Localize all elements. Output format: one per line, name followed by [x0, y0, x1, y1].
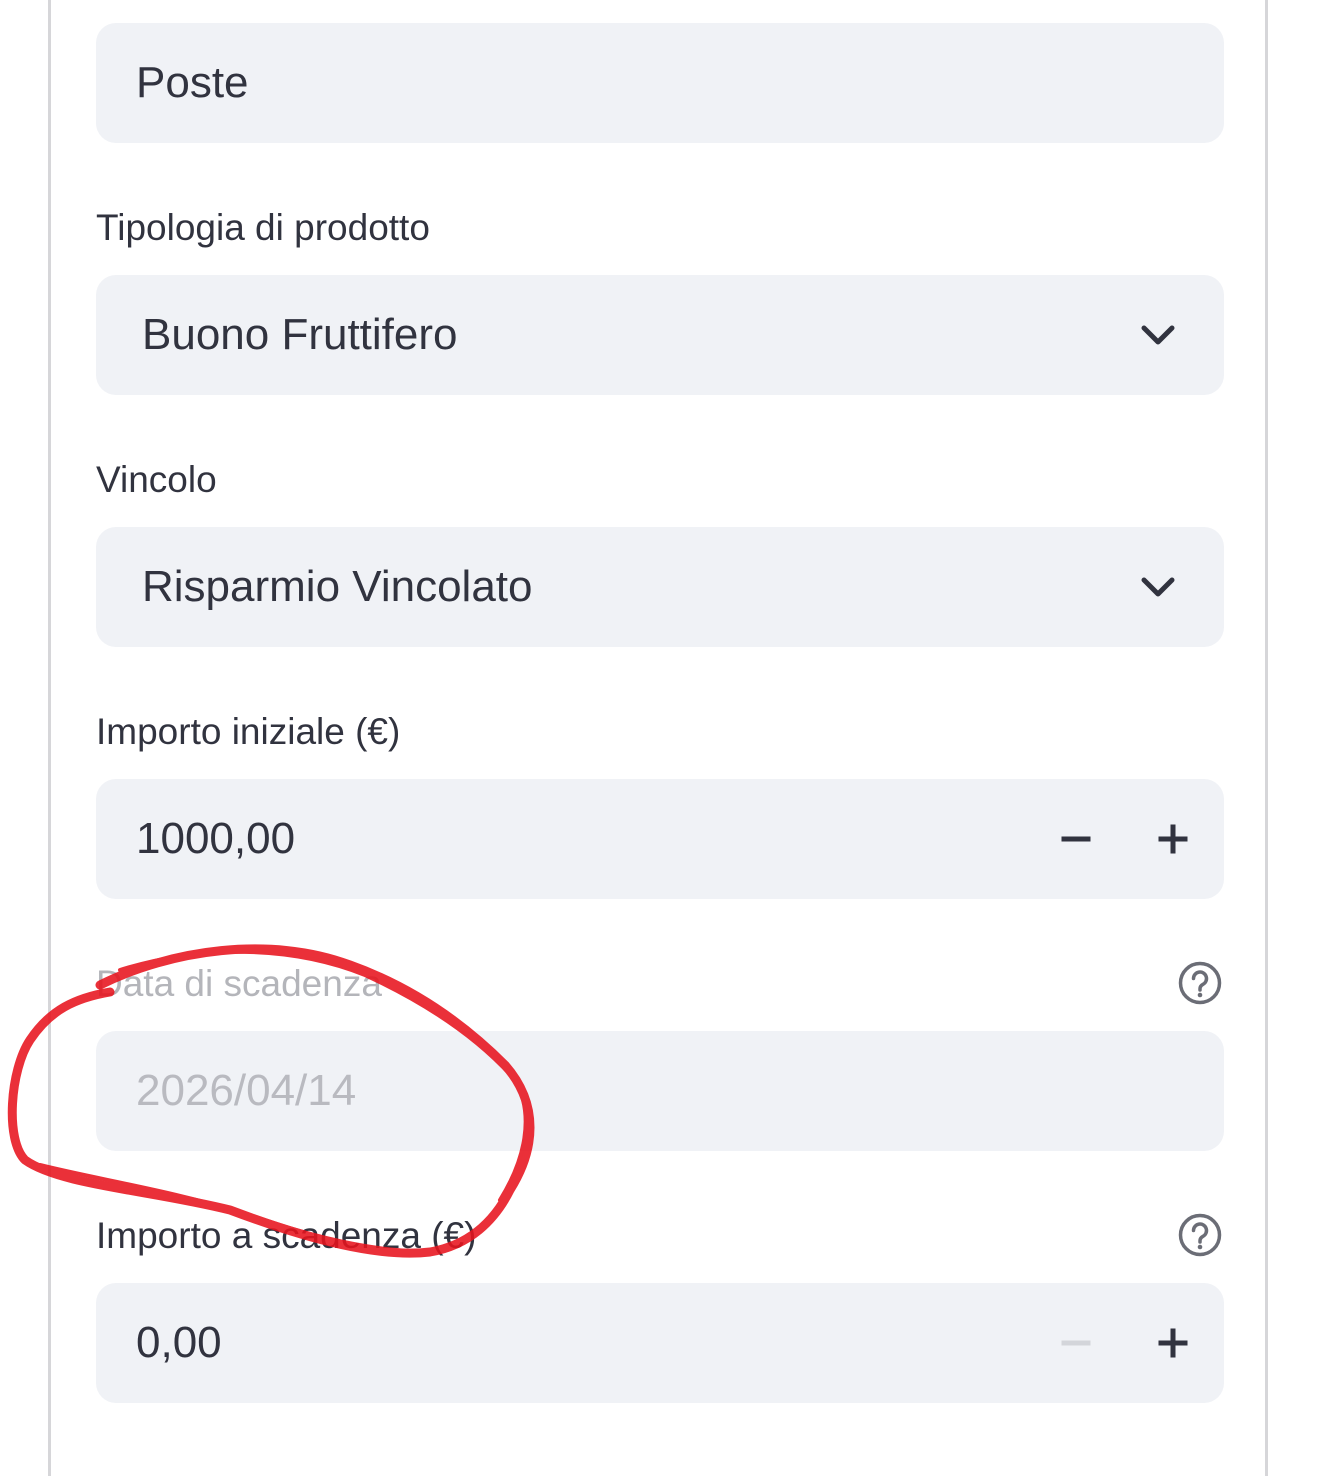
- plus-icon[interactable]: [1143, 1313, 1203, 1373]
- plus-icon[interactable]: [1143, 809, 1203, 869]
- product-type-label: Tipologia di prodotto: [96, 207, 430, 248]
- initial-amount-value: 1000,00: [136, 814, 296, 863]
- minus-icon[interactable]: [1046, 809, 1106, 869]
- minus-icon: [1061, 1340, 1091, 1346]
- question-circle-icon[interactable]: [1176, 959, 1224, 1007]
- constraint-label: Vincolo: [96, 459, 217, 500]
- provider-value: Poste: [136, 58, 249, 107]
- maturity-amount-label: Importo a scadenza (€): [96, 1215, 477, 1256]
- constraint-select[interactable]: Risparmio Vincolato: [96, 527, 1224, 647]
- product-type-value: Buono Fruttifero: [142, 310, 458, 359]
- chevron-down-icon: [1141, 325, 1175, 345]
- maturity-amount-input[interactable]: 0,00: [96, 1283, 1224, 1403]
- maturity-amount-value: 0,00: [136, 1318, 222, 1367]
- initial-amount-input[interactable]: 1000,00: [96, 779, 1224, 899]
- maturity-date-input: 2026/04/14: [96, 1031, 1224, 1151]
- chevron-down-icon: [1141, 577, 1175, 597]
- initial-amount-label: Importo iniziale (€): [96, 711, 401, 752]
- question-circle-icon[interactable]: [1176, 1211, 1224, 1259]
- provider-input[interactable]: Poste: [96, 23, 1224, 143]
- maturity-date-value: 2026/04/14: [136, 1066, 357, 1115]
- maturity-date-label: Data di scadenza: [96, 963, 382, 1004]
- constraint-value: Risparmio Vincolato: [142, 562, 533, 611]
- product-type-select[interactable]: Buono Fruttifero: [96, 275, 1224, 395]
